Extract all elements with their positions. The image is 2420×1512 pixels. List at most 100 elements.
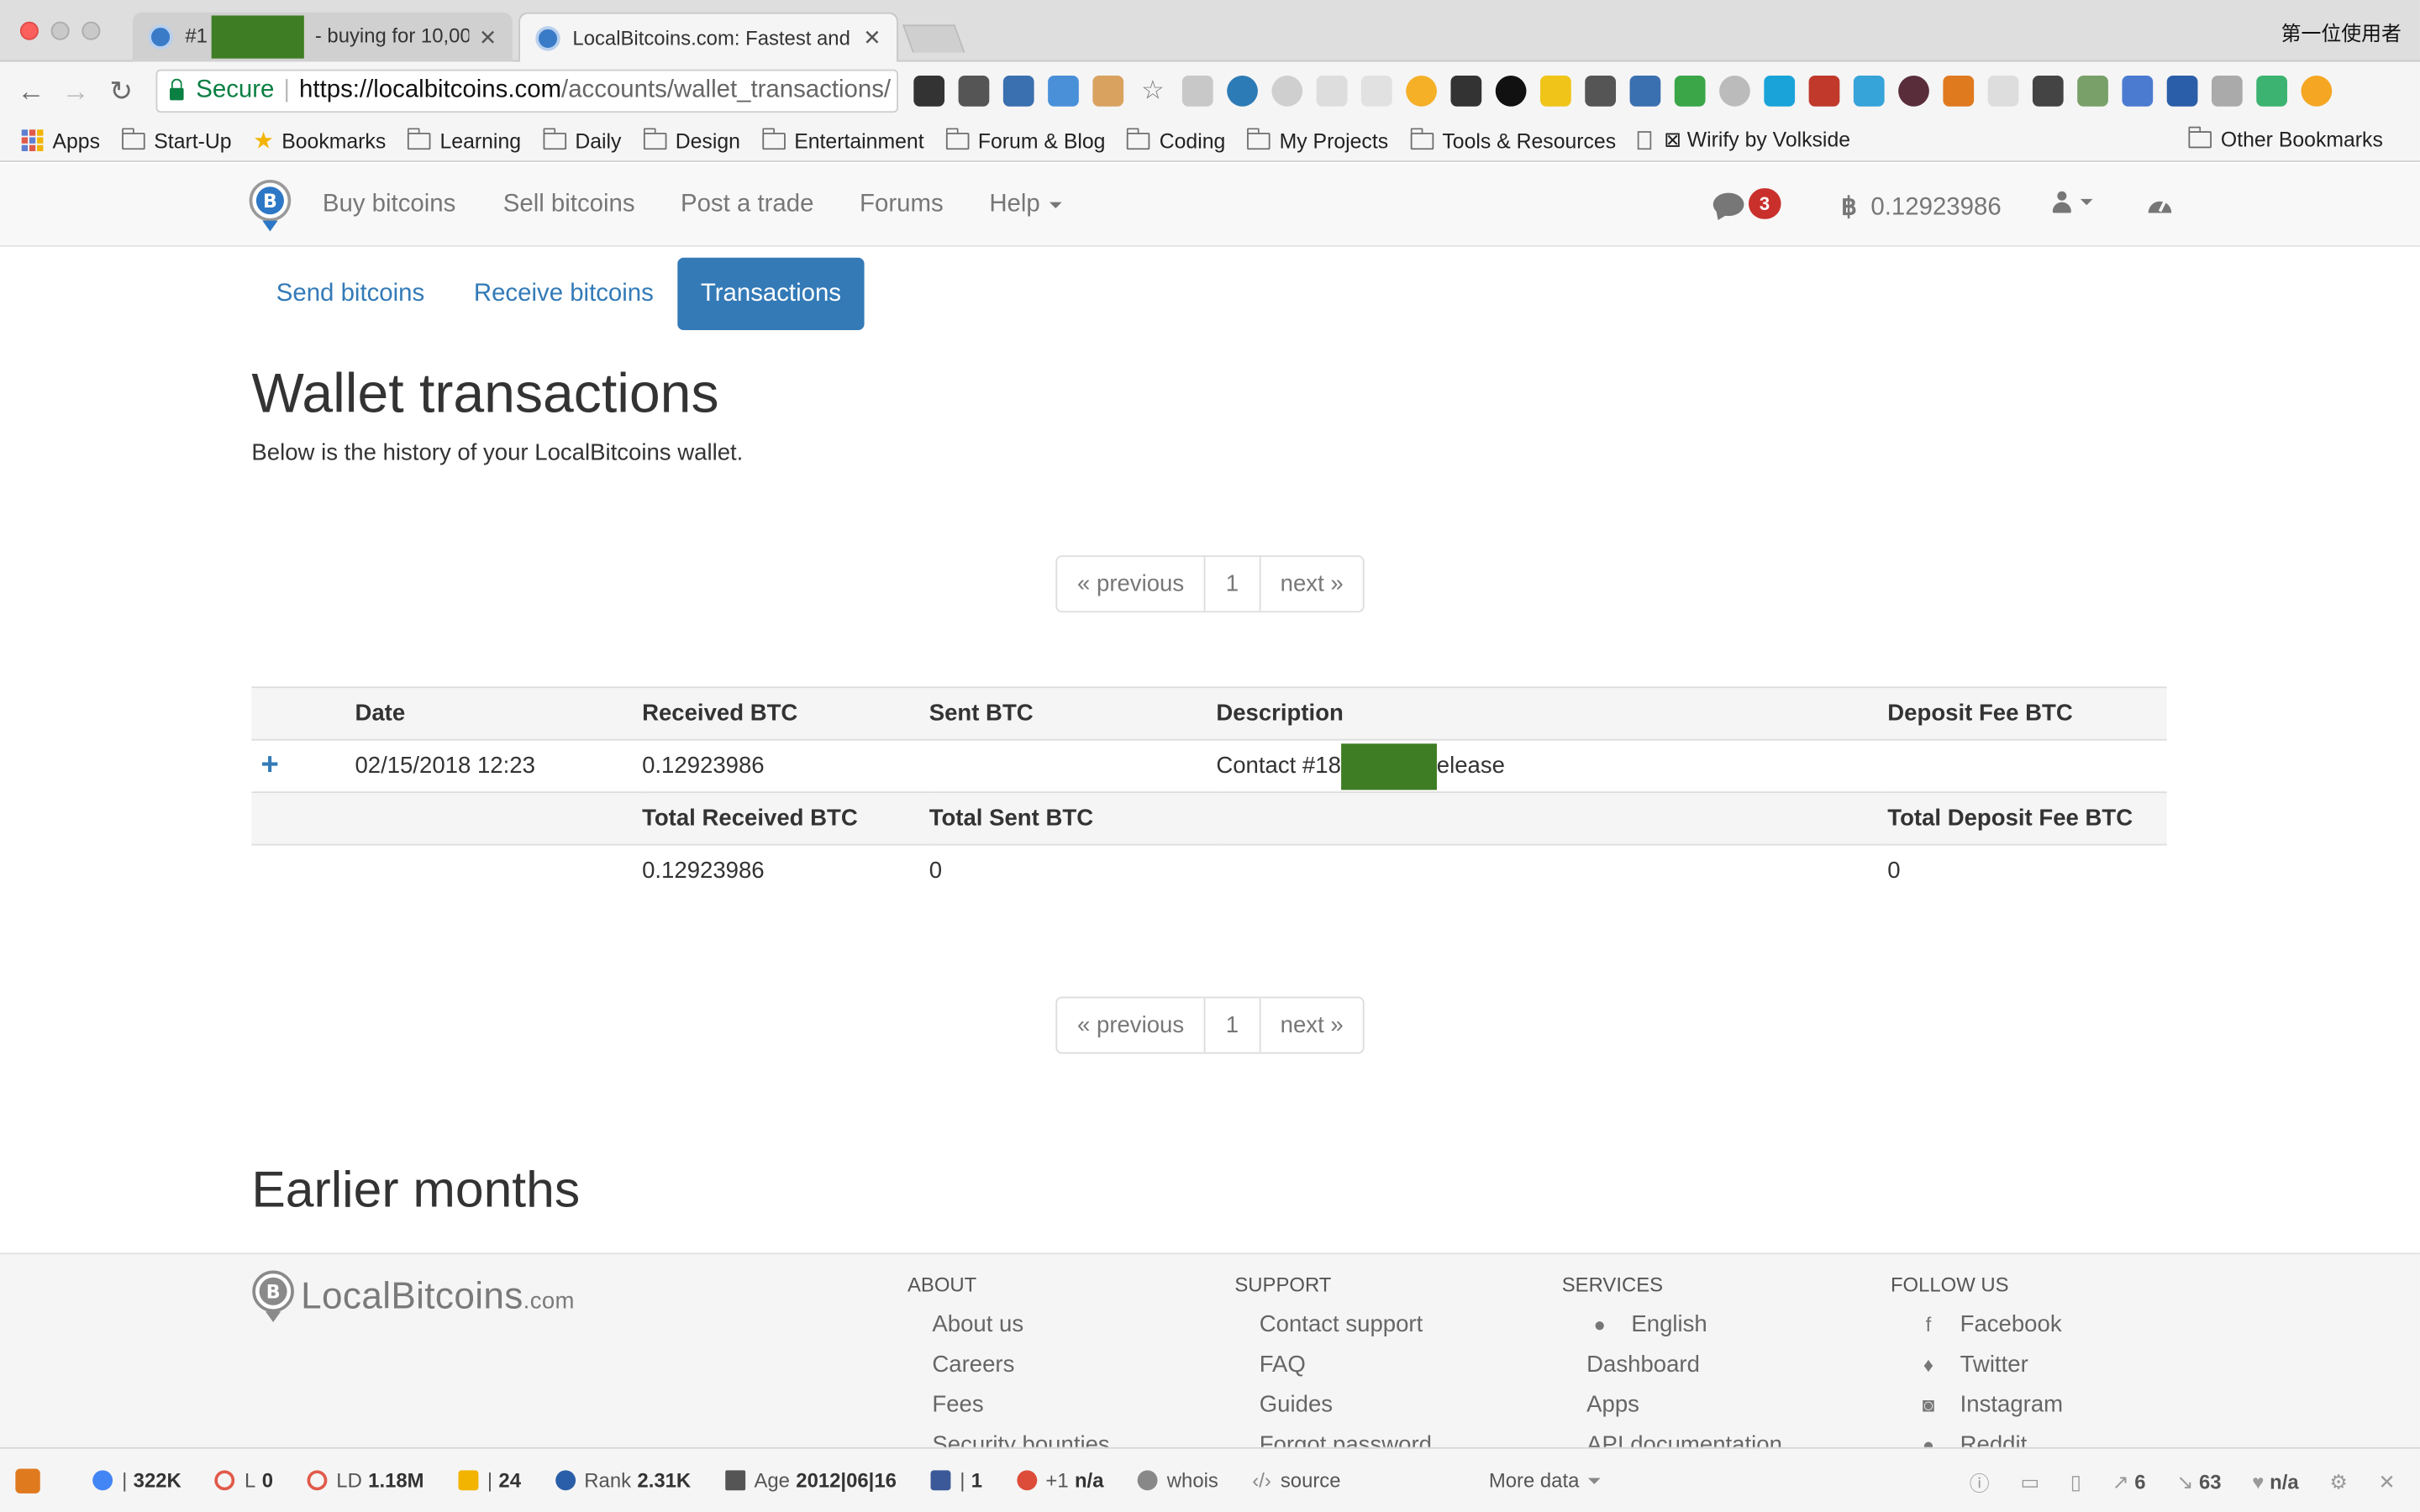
bookmark-wirify[interactable]: ⊠ Wirify by Volkside	[1637, 128, 1850, 152]
wallet-balance[interactable]: ฿ 0.12923986	[1841, 192, 2002, 223]
bookmark-other[interactable]: Other Bookmarks	[2188, 126, 2383, 151]
previous-page-button[interactable]: « previous	[1057, 998, 1206, 1053]
bookmark-my-projects[interactable]: My Projects	[1247, 127, 1388, 152]
back-arrow-icon[interactable]: ←	[17, 76, 45, 107]
cloud-extension-icon[interactable]	[1271, 75, 1303, 107]
lemon-extension-icon[interactable]	[1540, 75, 1571, 107]
forward-arrow-icon[interactable]: →	[61, 76, 89, 107]
footer-link-dashboard[interactable]: Dashboard	[1586, 1350, 1782, 1378]
ftl-extension-icon[interactable]	[1048, 75, 1079, 107]
localbitcoins-logo-icon[interactable]: B	[249, 179, 292, 234]
minimize-window-icon[interactable]	[50, 21, 70, 40]
maximize-window-icon[interactable]	[82, 21, 101, 40]
tab-receive-bitcoins[interactable]: Receive bitcoins	[450, 258, 676, 330]
bookmark-entertainment[interactable]: Entertainment	[761, 127, 924, 152]
more-data-dropdown[interactable]: More data	[1489, 1469, 1602, 1492]
compass-extension-icon[interactable]	[1227, 75, 1258, 107]
google-index-stat[interactable]: | 322K	[92, 1469, 182, 1492]
messages-button[interactable]: 3	[1712, 188, 1781, 219]
settings-gear-icon[interactable]: ⚙	[2329, 1469, 2347, 1494]
footer-link-twitter[interactable]: ♦ Twitter	[1915, 1350, 2063, 1378]
green-extension-icon[interactable]	[2256, 75, 2287, 107]
linking-domains-stat[interactable]: LD 1.18M	[307, 1469, 424, 1492]
address-bar[interactable]: Secure | https://localbitcoins.com/accou…	[155, 69, 898, 113]
g-extension-icon[interactable]	[1853, 75, 1885, 107]
footer-link-contact-support[interactable]: Contact support	[1260, 1310, 1432, 1337]
tab-transactions[interactable]: Transactions	[677, 257, 865, 331]
footer-link-reddit[interactable]: ● Reddit	[1915, 1431, 2063, 1447]
gplus-stat[interactable]: +1 n/a	[1016, 1469, 1103, 1492]
footer-link-about-us[interactable]: About us	[932, 1310, 1109, 1337]
mask-extension-icon[interactable]	[2032, 75, 2064, 107]
reload-icon[interactable]: ↻	[109, 76, 133, 107]
user-menu-dropdown[interactable]	[2052, 191, 2093, 213]
links-stat[interactable]: L0	[215, 1469, 273, 1492]
bookmark-start-up[interactable]: Start-Up	[121, 127, 232, 152]
footer-link-facebook[interactable]: f Facebook	[1915, 1310, 2063, 1337]
close-icon[interactable]: ✕	[2379, 1469, 2396, 1494]
pocket-extension-icon[interactable]	[958, 75, 990, 107]
bookmark-bookmarks[interactable]: ★ Bookmarks	[253, 127, 386, 154]
bing-index-stat[interactable]: | 24	[457, 1469, 521, 1492]
status-501-extension-icon[interactable]	[1629, 75, 1661, 107]
close-tab-icon[interactable]: ✕	[863, 24, 881, 50]
page-number-button[interactable]: 1	[1206, 998, 1260, 1053]
k-extension-icon[interactable]	[1898, 75, 1929, 107]
bookmark-forum-blog[interactable]: Forum & Blog	[945, 127, 1105, 152]
footer-link-careers[interactable]: Careers	[932, 1350, 1109, 1378]
close-window-icon[interactable]	[19, 21, 39, 40]
facebook-likes-stat[interactable]: | 1	[930, 1469, 982, 1492]
next-page-button[interactable]: next »	[1260, 998, 1364, 1052]
alert-extension-icon[interactable]	[2301, 75, 2333, 107]
density-stat[interactable]: ♥ n/a	[2252, 1470, 2298, 1494]
browser-profile-name[interactable]: 第一位使用者	[2281, 17, 2402, 46]
next-page-button[interactable]: next »	[1260, 557, 1364, 611]
globe-extension-icon[interactable]	[1719, 75, 1750, 107]
bookmark-design[interactable]: Design	[643, 127, 740, 152]
page-icon[interactable]: ▯	[2070, 1469, 2081, 1494]
footer-logo[interactable]: B LocalBitcoins.com	[251, 1270, 574, 1326]
film-extension-icon[interactable]	[1450, 75, 1482, 107]
bookmark-tools-resources[interactable]: Tools & Resources	[1409, 127, 1616, 152]
nav-post-trade[interactable]: Post a trade	[681, 192, 813, 219]
layers-extension-icon[interactable]	[913, 75, 945, 107]
domain-age-stat[interactable]: Age 2012|06|16	[724, 1469, 897, 1492]
nav-help-dropdown[interactable]: Help	[989, 192, 1062, 219]
alexa-rank-stat[interactable]: Rank 2.31K	[555, 1469, 691, 1492]
display-icon[interactable]: ▭	[2020, 1469, 2039, 1494]
footer-link-fees[interactable]: Fees	[932, 1390, 1109, 1418]
external-links-stat[interactable]: ↗ 6	[2112, 1469, 2146, 1494]
whois-link[interactable]: whois	[1137, 1469, 1218, 1492]
seo-extension-icon[interactable]	[1943, 75, 1975, 107]
footer-link-instagram[interactable]: ◙ Instagram	[1915, 1390, 2063, 1418]
bulb-extension-icon[interactable]	[1585, 75, 1617, 107]
bookmark-coding[interactable]: Coding	[1127, 127, 1225, 152]
bookmark-apps[interactable]: Apps	[21, 129, 100, 152]
bookmark-daily[interactable]: Daily	[542, 127, 621, 152]
close-tab-icon[interactable]: ✕	[479, 24, 497, 50]
new-tab-button[interactable]	[902, 24, 965, 53]
y-extension-icon[interactable]	[1002, 75, 1034, 107]
previous-page-button[interactable]: « previous	[1057, 557, 1206, 612]
red-extension-icon[interactable]	[1808, 75, 1840, 107]
page-number-button[interactable]: 1	[1206, 557, 1260, 612]
grey-extension-icon[interactable]	[2211, 75, 2243, 107]
nav-buy-bitcoins[interactable]: Buy bitcoins	[323, 192, 455, 219]
tool-extension-icon[interactable]	[2166, 75, 2198, 107]
expand-row-icon[interactable]: +	[260, 748, 278, 782]
footer-link-security-bounties[interactable]: Security bounties	[932, 1431, 1109, 1447]
avatar-extension-icon[interactable]	[1092, 75, 1124, 107]
nav-forums[interactable]: Forums	[860, 192, 944, 219]
footer-link-apps[interactable]: Apps	[1586, 1390, 1782, 1418]
dashboard-gauge-icon[interactable]	[2147, 193, 2173, 217]
puzzle-extension-icon[interactable]	[1181, 75, 1213, 107]
footer-link-api-docs[interactable]: API documentation	[1586, 1431, 1782, 1447]
pen-extension-icon[interactable]	[1987, 75, 2019, 107]
browser-tab-wallet[interactable]: LocalBitcoins.com: Fastest and ✕	[518, 12, 898, 62]
source-link[interactable]: ‹/› source	[1252, 1469, 1340, 1493]
tab-send-bitcoins[interactable]: Send bitcoins	[253, 258, 448, 330]
info-icon[interactable]: ⓘ	[1970, 1467, 1990, 1497]
browser-tab-contact[interactable]: #1 - buying for 10,00 ✕	[132, 12, 513, 62]
nav-sell-bitcoins[interactable]: Sell bitcoins	[503, 192, 635, 219]
internal-links-stat[interactable]: ↘ 63	[2176, 1469, 2221, 1494]
